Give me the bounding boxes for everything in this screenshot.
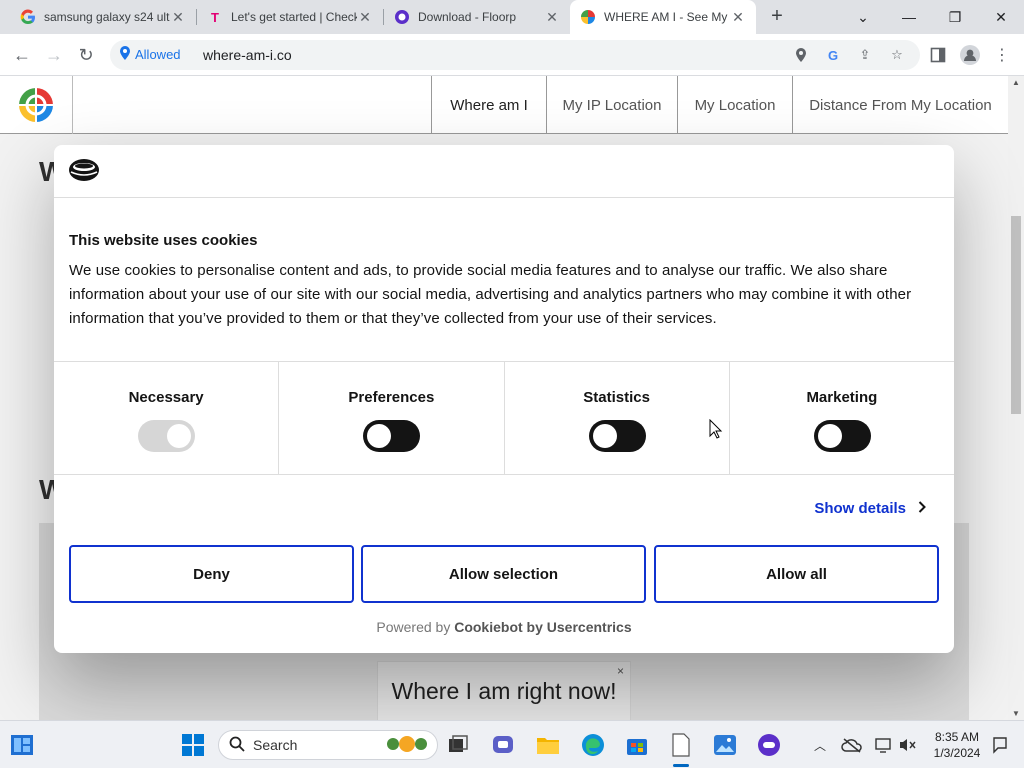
category-preferences: Preferences (279, 362, 505, 474)
preferences-toggle[interactable] (363, 420, 421, 452)
close-icon[interactable]: ✕ (544, 9, 560, 26)
statistics-toggle[interactable] (588, 420, 646, 452)
bookmark-star-icon[interactable]: ☆ (888, 46, 906, 64)
category-marketing: Marketing (730, 362, 954, 474)
site-logo[interactable] (0, 76, 73, 134)
tab-whereami[interactable]: WHERE AM I - See My ✕ (570, 0, 756, 34)
tab-title: Download - Floorp (418, 10, 517, 24)
floorp-icon (394, 9, 410, 25)
browser-toolbar: ← → ↻ Allowed where-am-i.co G ⇪ ☆ ⋮ (0, 34, 1024, 76)
share-icon[interactable]: ⇪ (856, 46, 874, 64)
new-tab-button[interactable]: + (766, 5, 788, 29)
necessary-toggle (138, 420, 196, 452)
tab-tmobile[interactable]: T Let's get started | Check ✕ (197, 0, 383, 34)
site-header: Where am I My IP Location My Location Di… (0, 76, 1008, 134)
edge-browser-icon[interactable] (581, 733, 605, 757)
tab-strip: samsung galaxy s24 ultra ✕ T Let's get s… (0, 0, 1024, 34)
menu-kebab-icon[interactable]: ⋮ (992, 45, 1012, 65)
url-text[interactable]: where-am-i.co (203, 47, 292, 63)
chevron-up-icon[interactable]: ︿ (808, 733, 832, 757)
search-icon (229, 736, 245, 755)
task-view-icon[interactable] (446, 733, 470, 757)
back-icon[interactable]: ← (10, 43, 34, 67)
side-panel-icon[interactable] (928, 45, 948, 65)
category-label: Marketing (806, 389, 878, 406)
dialog-description: We use cookies to personalise content an… (69, 262, 912, 327)
search-highlight-icon (383, 733, 431, 758)
category-necessary: Necessary (54, 362, 280, 474)
tab-floorp[interactable]: Download - Floorp ✕ (384, 0, 570, 34)
teams-chat-icon[interactable] (491, 733, 515, 757)
file-explorer-icon[interactable] (536, 733, 560, 757)
volume-muted-icon[interactable] (896, 733, 920, 757)
nav-where-am-i[interactable]: Where am I (431, 76, 546, 134)
marketing-toggle[interactable] (813, 420, 871, 452)
show-details-label: Show details (814, 500, 906, 517)
microsoft-store-icon[interactable] (625, 733, 649, 757)
dialog-title: This website uses cookies (69, 232, 258, 249)
page-scrollbar[interactable]: ▲ ▼ (1008, 76, 1024, 720)
system-clock[interactable]: 8:35 AM 1/3/2024 (928, 729, 986, 761)
floorp-taskbar-icon[interactable] (757, 733, 781, 757)
chevron-right-icon (918, 500, 926, 517)
cookiebot-logo-icon (69, 159, 99, 181)
widgets-icon[interactable] (10, 733, 34, 757)
whereami-logo-icon (19, 88, 53, 122)
location-pin-icon (120, 46, 130, 63)
address-bar[interactable]: Allowed where-am-i.co G ⇪ ☆ (110, 40, 920, 70)
windows-taskbar: Search ︿ 8:35 AM 1/3/2024 (0, 720, 1024, 768)
network-icon[interactable] (872, 733, 896, 757)
close-icon[interactable]: ✕ (357, 9, 373, 26)
permission-label: Allowed (135, 47, 181, 62)
location-icon[interactable] (792, 46, 810, 64)
tab-title: Let's get started | Check (231, 10, 357, 24)
clock-date: 1/3/2024 (933, 746, 981, 760)
profile-avatar-icon[interactable] (960, 45, 980, 65)
taskbar-search[interactable]: Search (218, 730, 438, 760)
onedrive-icon[interactable] (840, 733, 864, 757)
show-details-link[interactable]: Show details (814, 500, 926, 517)
scrollbar-thumb[interactable] (1011, 216, 1021, 414)
forward-icon[interactable]: → (42, 43, 66, 67)
powered-by-prefix: Powered by (376, 619, 451, 635)
window-close-icon[interactable]: ✕ (978, 0, 1024, 34)
cookie-consent-dialog: This website uses cookies We use cookies… (54, 145, 954, 653)
powered-by: Powered by Cookiebot by Usercentrics (54, 619, 954, 635)
close-icon[interactable]: ✕ (730, 9, 746, 26)
category-statistics: Statistics (505, 362, 730, 474)
mouse-cursor-icon (709, 419, 723, 439)
tab-samsung[interactable]: samsung galaxy s24 ultra ✕ (10, 0, 196, 34)
start-windows-icon[interactable] (181, 733, 205, 757)
minimize-icon[interactable]: — (886, 0, 932, 34)
restore-icon[interactable]: ❐ (932, 0, 978, 34)
tmobile-icon: T (211, 9, 219, 25)
category-label: Necessary (128, 389, 204, 406)
whereami-icon (580, 9, 596, 25)
deny-button[interactable]: Deny (69, 545, 354, 603)
tab-title: WHERE AM I - See My (604, 10, 728, 24)
nav-distance-from-my-location[interactable]: Distance From My Location (792, 76, 1008, 134)
photos-icon[interactable] (713, 733, 737, 757)
cookiebot-link[interactable]: Cookiebot by Usercentrics (454, 619, 631, 635)
allow-selection-button[interactable]: Allow selection (361, 545, 646, 603)
site-permission-chip[interactable]: Allowed (120, 46, 181, 63)
tab-search-icon[interactable]: ⌄ (840, 0, 886, 34)
dialog-header (54, 145, 954, 198)
reload-icon[interactable]: ↻ (74, 43, 98, 67)
notepad-icon[interactable] (669, 733, 693, 757)
google-icon (20, 9, 36, 25)
allow-all-button[interactable]: Allow all (654, 545, 939, 603)
clock-time: 8:35 AM (934, 730, 980, 744)
search-label: Search (253, 737, 298, 753)
close-icon[interactable]: ✕ (170, 9, 186, 26)
nav-my-location[interactable]: My Location (677, 76, 792, 134)
category-label: Statistics (583, 389, 650, 406)
notification-icon[interactable] (988, 733, 1012, 757)
category-label: Preferences (348, 389, 435, 406)
consent-categories: Necessary Preferences Statistics Marketi… (54, 361, 954, 475)
google-translate-icon[interactable]: G (824, 46, 842, 64)
tab-title: samsung galaxy s24 ultra (44, 10, 170, 24)
nav-my-ip-location[interactable]: My IP Location (546, 76, 677, 134)
